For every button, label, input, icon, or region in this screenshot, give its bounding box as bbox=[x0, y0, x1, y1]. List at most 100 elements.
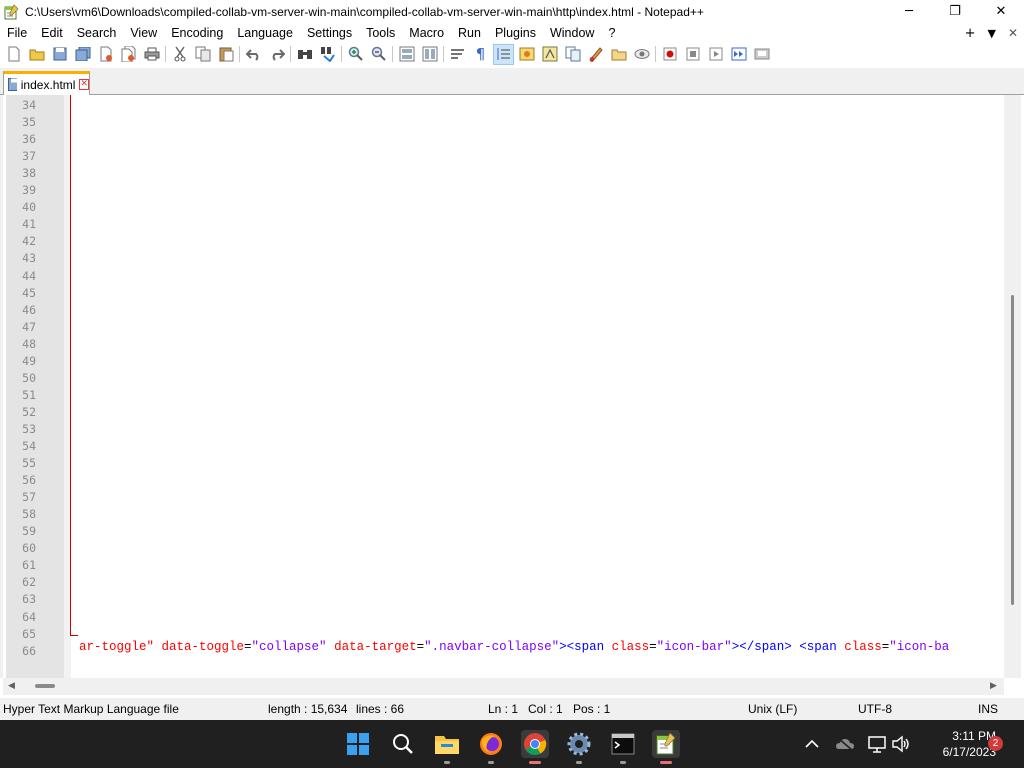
line-number: 62 bbox=[22, 575, 36, 590]
save-icon[interactable] bbox=[50, 45, 69, 64]
volume-icon[interactable] bbox=[887, 730, 915, 758]
running-indicator bbox=[660, 761, 672, 764]
close-all-icon[interactable] bbox=[119, 45, 138, 64]
minimize-button[interactable]: ─ bbox=[886, 0, 932, 23]
vertical-scrollbar[interactable] bbox=[1004, 95, 1021, 678]
scroll-left-icon[interactable]: ◀ bbox=[8, 681, 15, 691]
notification-badge[interactable]: 2 bbox=[988, 736, 1003, 751]
saved-file-icon bbox=[8, 78, 17, 91]
menu-encoding[interactable]: Encoding bbox=[164, 23, 230, 43]
file-explorer-icon[interactable] bbox=[433, 730, 461, 764]
save-macro-icon[interactable] bbox=[752, 45, 771, 64]
scroll-right-icon[interactable]: ▶ bbox=[990, 681, 997, 691]
print-icon[interactable] bbox=[142, 45, 161, 64]
menu-run[interactable]: Run bbox=[451, 23, 488, 43]
monitoring-icon[interactable] bbox=[632, 45, 651, 64]
line-number: 43 bbox=[22, 251, 36, 266]
code-token: "icon-ba bbox=[889, 640, 950, 654]
line-number: 66 bbox=[22, 643, 36, 658]
folder-as-workspace-icon[interactable] bbox=[586, 45, 605, 64]
indent-guide-icon[interactable] bbox=[493, 43, 514, 65]
code-line-66[interactable]: ar-toggle" data-toggle="collapse" data-t… bbox=[79, 640, 949, 654]
vertical-scroll-thumb[interactable] bbox=[1011, 295, 1014, 605]
redo-icon[interactable] bbox=[267, 45, 286, 64]
record-macro-icon[interactable] bbox=[660, 45, 679, 64]
line-number: 44 bbox=[22, 268, 36, 283]
add-tab-icon[interactable]: + bbox=[965, 26, 976, 41]
windows-taskbar: 3:11 PM 6/17/2023 bbox=[0, 720, 1024, 768]
close-file-icon[interactable] bbox=[96, 45, 115, 64]
show-hidden-icons-icon[interactable] bbox=[798, 730, 826, 758]
find-icon[interactable] bbox=[295, 45, 314, 64]
code-token: <span bbox=[791, 640, 837, 654]
editor-area[interactable]: 34 35 36 37 38 39 40 41 42 43 44 45 46 47 48 49 50 51 52 53… bbox=[0, 95, 1024, 678]
undo-icon[interactable] bbox=[244, 45, 263, 64]
menu-edit[interactable]: Edit bbox=[34, 23, 70, 43]
menu-macro[interactable]: Macro bbox=[402, 23, 451, 43]
sync-vertical-icon[interactable] bbox=[397, 45, 416, 64]
fold-indicator-end bbox=[70, 635, 78, 636]
line-number: 53 bbox=[22, 421, 36, 436]
sync-horizontal-icon[interactable] bbox=[420, 45, 439, 64]
horizontal-scrollbar[interactable]: ◀ ▶ bbox=[3, 678, 1004, 695]
menu-view[interactable]: View bbox=[123, 23, 164, 43]
tab-index-html[interactable]: index.html ✕ bbox=[3, 71, 90, 95]
tab-close-icon[interactable]: ✕ bbox=[79, 79, 89, 90]
user-defined-language-icon[interactable] bbox=[517, 45, 536, 64]
close-document-icon[interactable]: ✕ bbox=[1008, 26, 1018, 40]
word-wrap-icon[interactable] bbox=[448, 45, 467, 64]
stop-recording-icon[interactable] bbox=[683, 45, 702, 64]
chrome-icon[interactable] bbox=[521, 730, 549, 764]
cut-icon[interactable] bbox=[170, 45, 189, 64]
line-number: 52 bbox=[22, 404, 36, 419]
zoom-out-icon[interactable] bbox=[369, 45, 388, 64]
toolbar-separator bbox=[290, 46, 291, 62]
menu-plugins[interactable]: Plugins bbox=[488, 23, 543, 43]
menu-language[interactable]: Language bbox=[230, 23, 300, 43]
notepad-plus-plus-taskbar-icon[interactable] bbox=[652, 730, 680, 764]
fold-indicator-line bbox=[70, 95, 71, 635]
close-button[interactable]: ✕ bbox=[978, 0, 1024, 23]
line-number: 59 bbox=[22, 524, 36, 539]
menu-window[interactable]: Window bbox=[543, 23, 601, 43]
line-number: 56 bbox=[22, 473, 36, 488]
menu-tools[interactable]: Tools bbox=[359, 23, 402, 43]
code-token: data-target bbox=[326, 640, 417, 654]
horizontal-scroll-thumb[interactable] bbox=[35, 684, 55, 688]
play-macro-icon[interactable] bbox=[706, 45, 725, 64]
firefox-icon[interactable] bbox=[477, 730, 505, 764]
restore-button[interactable]: ❐ bbox=[932, 0, 978, 23]
paste-icon[interactable] bbox=[216, 45, 235, 64]
replace-icon[interactable] bbox=[318, 45, 337, 64]
start-icon[interactable] bbox=[344, 730, 372, 758]
settings-icon[interactable] bbox=[565, 730, 593, 764]
onedrive-icon[interactable] bbox=[831, 730, 859, 758]
toolbar-separator bbox=[443, 46, 444, 62]
status-position: Pos : 1 bbox=[573, 702, 611, 716]
zoom-in-icon[interactable] bbox=[346, 45, 365, 64]
search-icon[interactable] bbox=[389, 730, 417, 758]
menu-help[interactable]: ? bbox=[601, 23, 622, 43]
document-list-icon[interactable] bbox=[609, 45, 628, 64]
copy-icon[interactable] bbox=[193, 45, 212, 64]
open-file-icon[interactable] bbox=[27, 45, 46, 64]
running-indicator bbox=[488, 761, 494, 764]
new-file-icon[interactable] bbox=[4, 45, 23, 64]
save-all-icon[interactable] bbox=[73, 45, 92, 64]
document-map-icon[interactable] bbox=[540, 45, 559, 64]
code-token: ar-toggle" bbox=[79, 640, 155, 654]
notepad-plus-plus-icon bbox=[4, 3, 19, 19]
menu-settings[interactable]: Settings bbox=[300, 23, 359, 43]
system-clock[interactable]: 3:11 PM 6/17/2023 bbox=[916, 728, 996, 760]
toolbar-separator bbox=[341, 46, 342, 62]
menu-search[interactable]: Search bbox=[70, 23, 124, 43]
menu-file[interactable]: File bbox=[0, 23, 34, 43]
line-number: 45 bbox=[22, 285, 36, 300]
line-number: 48 bbox=[22, 336, 36, 351]
tab-list-dropdown-icon[interactable]: ▼ bbox=[987, 27, 995, 40]
function-list-icon[interactable] bbox=[563, 45, 582, 64]
run-macro-multiple-icon[interactable] bbox=[729, 45, 748, 64]
show-all-characters-icon[interactable]: ¶ bbox=[471, 45, 490, 64]
terminal-icon[interactable] bbox=[609, 730, 637, 764]
line-number: 60 bbox=[22, 541, 36, 556]
